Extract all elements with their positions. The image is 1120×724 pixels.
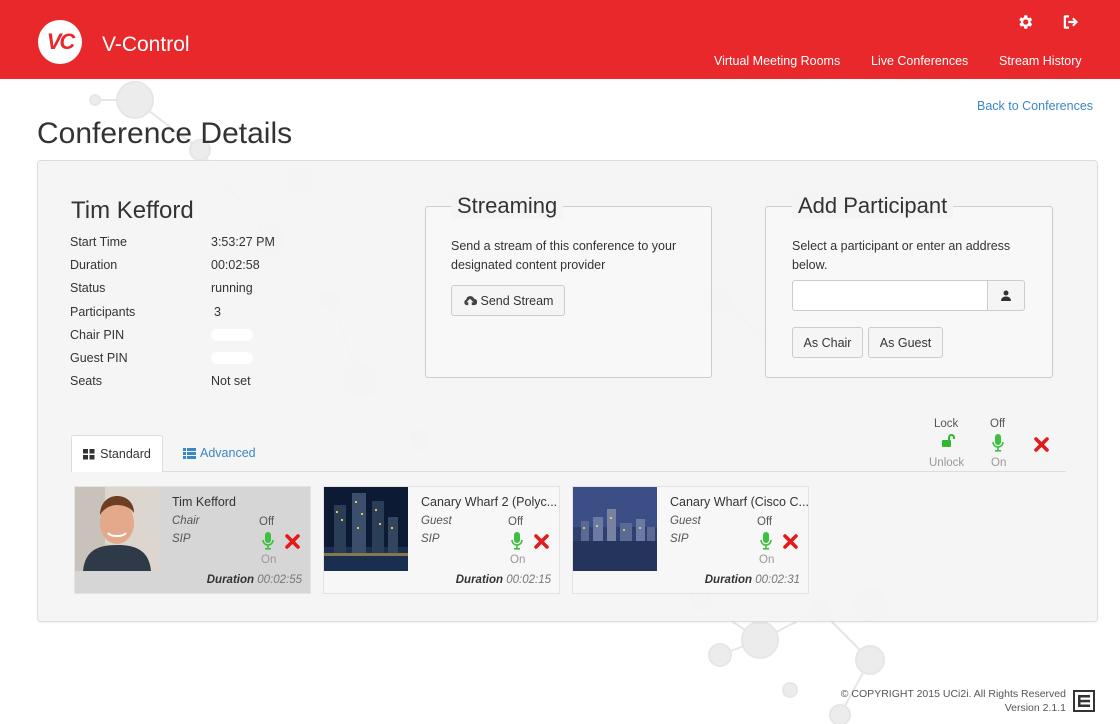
app-logo[interactable]: VC xyxy=(38,20,82,64)
mute-on-label: On xyxy=(510,554,526,566)
disconnect-icon[interactable] xyxy=(783,534,798,549)
as-chair-button[interactable]: As Chair xyxy=(792,327,863,358)
participant-photo xyxy=(324,487,408,571)
disconnect-icon[interactable] xyxy=(285,534,300,549)
version-text: Version 2.1.1 xyxy=(1004,702,1066,714)
mute-on-label: On xyxy=(759,554,775,566)
participant-duration: Duration 00:02:55 xyxy=(207,574,302,586)
microphone-icon[interactable] xyxy=(992,434,1004,452)
chair-pin-redacted xyxy=(211,329,253,341)
nav-live-conferences[interactable]: Live Conferences xyxy=(871,54,968,68)
start-time-value: 3:53:27 PM xyxy=(211,235,275,249)
duration-label: Duration xyxy=(206,574,255,586)
participant-duration: Duration 00:02:31 xyxy=(705,574,800,586)
copyright-text: © COPYRIGHT 2015 UCi2i. All Rights Reser… xyxy=(840,688,1066,700)
microphone-icon[interactable] xyxy=(262,532,274,550)
participant-card[interactable]: Canary Wharf (Cisco C... Guest SIP Off O… xyxy=(572,486,809,594)
lock-label: Lock xyxy=(934,418,959,430)
duration-value: 00:02:55 xyxy=(257,574,302,586)
participant-name: Tim Kefford xyxy=(172,495,236,509)
tab-standard[interactable]: Standard xyxy=(71,435,163,472)
disconnect-icon[interactable] xyxy=(534,534,549,549)
tab-advanced-label: Advanced xyxy=(200,446,256,460)
participant-card[interactable]: Canary Wharf 2 (Polyc... Guest SIP Off O… xyxy=(323,486,560,594)
conference-name: Tim Kefford xyxy=(71,197,194,224)
participant-photo xyxy=(573,487,657,571)
seats-value: Not set xyxy=(211,374,251,388)
select-participant-button[interactable] xyxy=(987,280,1025,311)
disconnect-all-icon[interactable] xyxy=(1034,437,1049,452)
guest-pin-label: Guest PIN xyxy=(70,351,128,365)
streaming-title: Streaming xyxy=(451,193,564,219)
duration-value: 00:02:58 xyxy=(211,258,260,272)
add-participant-section: Add Participant Select a participant or … xyxy=(765,193,1053,378)
mute-off-label: Off xyxy=(259,516,275,528)
duration-value: 00:02:15 xyxy=(506,574,551,586)
add-participant-description: Select a participant or enter an address… xyxy=(792,239,1011,272)
back-to-conferences-link[interactable]: Back to Conferences xyxy=(977,99,1093,113)
participant-name: Canary Wharf (Cisco C... xyxy=(670,495,808,509)
participant-role: Guest xyxy=(670,515,701,527)
participant-name: Canary Wharf 2 (Polyc... xyxy=(421,495,558,509)
user-icon xyxy=(1001,290,1011,301)
list-icon xyxy=(183,447,196,459)
status-value: running xyxy=(211,281,253,295)
duration-label: Duration xyxy=(70,258,118,272)
tabs-divider xyxy=(71,471,1066,472)
duration-label: Duration xyxy=(455,574,504,586)
mute-off-label: Off xyxy=(757,516,773,528)
unlock-icon[interactable] xyxy=(942,434,956,448)
microphone-icon[interactable] xyxy=(511,532,523,550)
mute-off-label: Off xyxy=(508,516,524,528)
as-guest-button[interactable]: As Guest xyxy=(868,327,943,358)
logo-text: VC xyxy=(46,29,76,54)
participants-value: 3 xyxy=(214,305,221,319)
guest-pin-redacted xyxy=(211,352,253,364)
participant-role: Chair xyxy=(172,515,200,527)
nav-virtual-meeting-rooms[interactable]: Virtual Meeting Rooms xyxy=(714,54,840,68)
participant-card[interactable]: Tim Kefford Chair SIP Off On Duration 00… xyxy=(74,486,311,594)
tab-standard-label: Standard xyxy=(100,447,151,461)
add-participant-title: Add Participant xyxy=(792,193,954,219)
streaming-description: Send a stream of this conference to your… xyxy=(451,239,677,272)
top-navbar: VC V-Control Virtual Meeting Rooms Live … xyxy=(0,0,1120,79)
duration-value: 00:02:31 xyxy=(755,574,800,586)
tab-advanced[interactable]: Advanced xyxy=(183,446,256,460)
cloud-upload-icon xyxy=(463,296,477,306)
start-time-label: Start Time xyxy=(70,235,127,249)
participant-protocol: SIP xyxy=(670,533,689,545)
send-stream-label: Send Stream xyxy=(480,293,554,308)
status-label: Status xyxy=(70,281,106,295)
mute-all-on-label: On xyxy=(991,457,1007,469)
chair-pin-label: Chair PIN xyxy=(70,328,125,342)
nav-stream-history[interactable]: Stream History xyxy=(999,54,1082,68)
participant-duration: Duration 00:02:15 xyxy=(456,574,551,586)
participant-photo xyxy=(75,487,159,571)
company-logo-icon xyxy=(1073,690,1095,712)
seats-label: Seats xyxy=(70,374,102,388)
participants-label: Participants xyxy=(70,305,136,319)
conference-details-panel: Tim Kefford Start Time 3:53:27 PM Durati… xyxy=(37,160,1098,622)
footer: © COPYRIGHT 2015 UCi2i. All Rights Reser… xyxy=(836,687,1066,715)
unlock-label: Unlock xyxy=(929,457,965,469)
mute-all-off-label: Off xyxy=(990,418,1006,430)
page-title: Conference Details xyxy=(37,117,293,150)
participant-protocol: SIP xyxy=(421,533,440,545)
microphone-icon[interactable] xyxy=(760,532,772,550)
participant-address-input[interactable] xyxy=(792,280,988,311)
gear-icon[interactable] xyxy=(1016,13,1034,31)
app-title[interactable]: V-Control xyxy=(102,33,190,57)
duration-label: Duration xyxy=(704,574,753,586)
participant-protocol: SIP xyxy=(172,533,191,545)
logout-icon[interactable] xyxy=(1061,13,1080,31)
grid-icon xyxy=(83,448,95,459)
send-stream-button[interactable]: Send Stream xyxy=(451,285,565,316)
mute-on-label: On xyxy=(261,554,277,566)
participant-role: Guest xyxy=(421,515,452,527)
streaming-section: Streaming Send a stream of this conferen… xyxy=(425,193,712,378)
